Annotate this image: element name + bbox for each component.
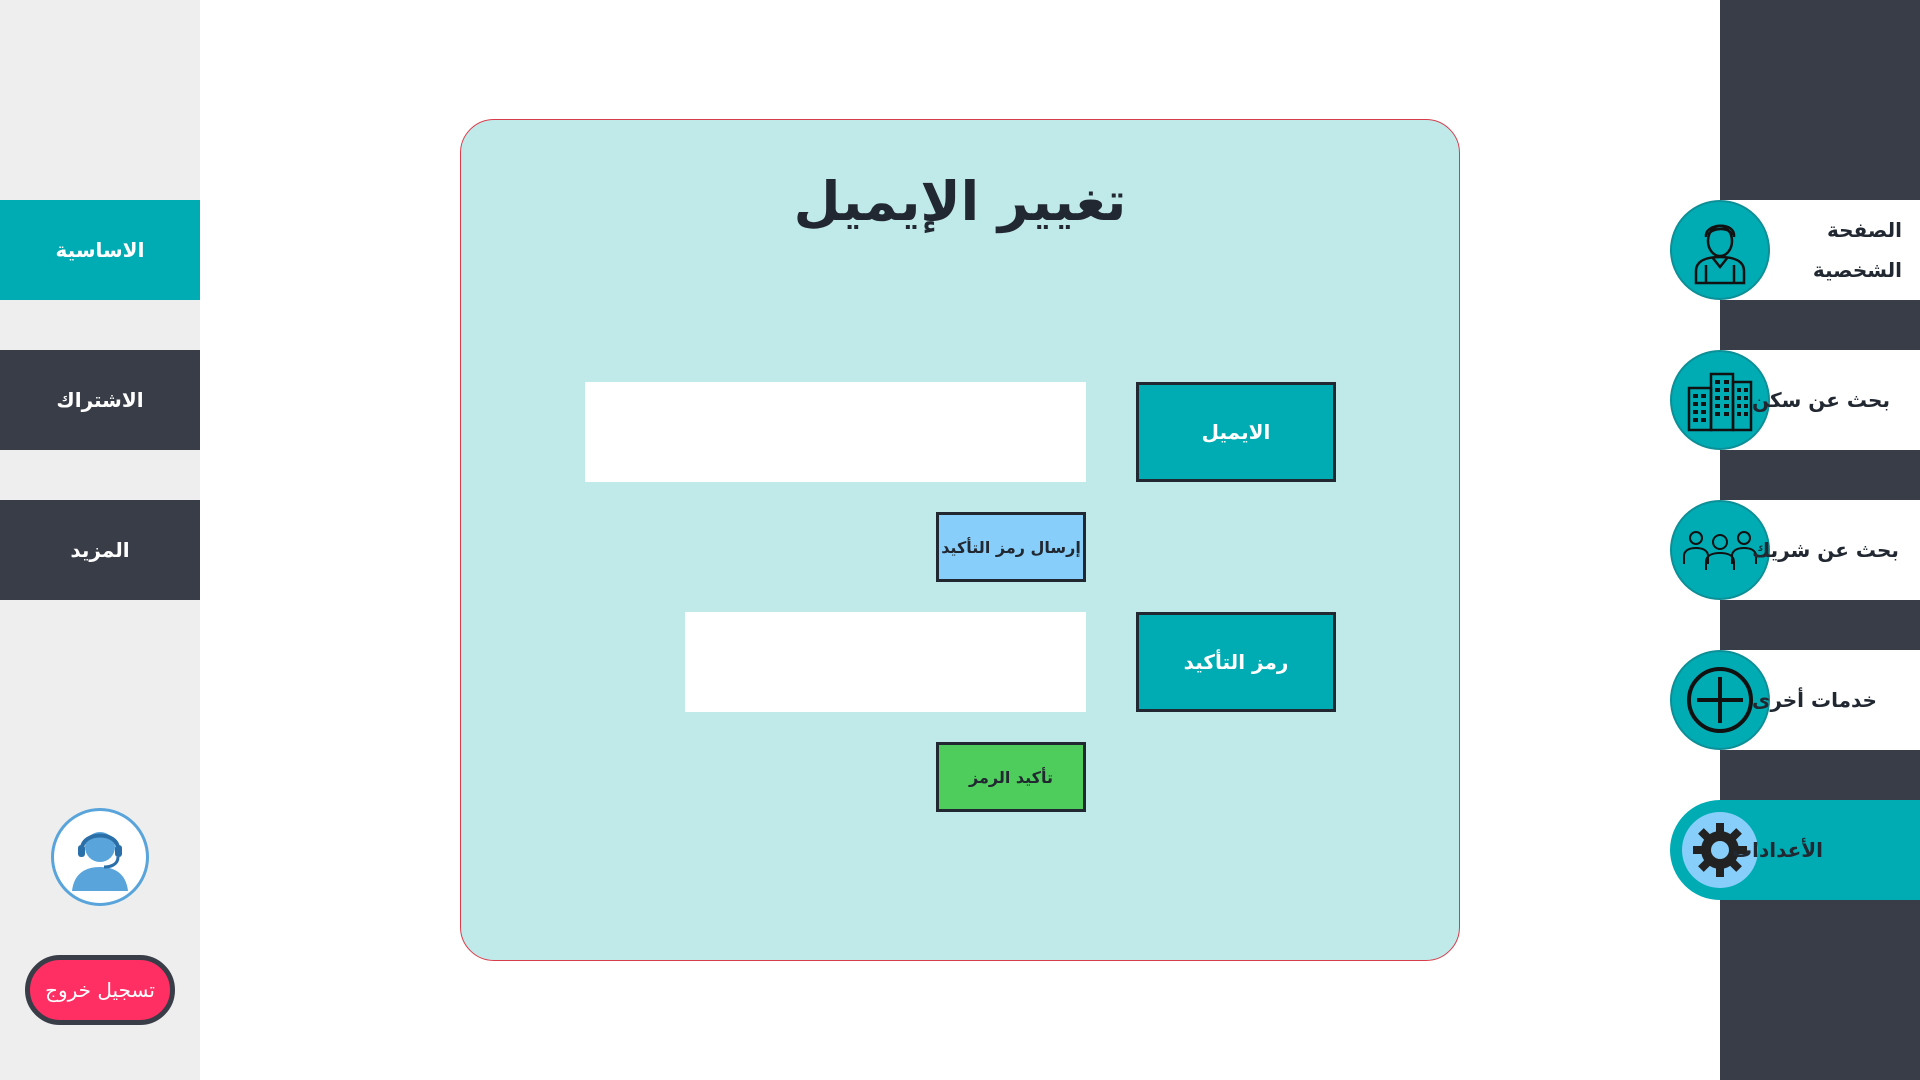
sidebar-item-label: بحث عن شريك [1752,538,1899,562]
send-code-button[interactable]: إرسال رمز التأكيد [936,512,1086,582]
sidebar-item-basic[interactable]: الاساسية [0,200,200,300]
sidebar-item-label: الاشتراك [56,388,144,412]
sidebar-item-profile[interactable]: الصفحة الشخصية [1670,200,1920,300]
page-title: تغيير الإيميل [793,170,1127,233]
sidebar-item-settings[interactable]: الأعدادات [1670,800,1920,900]
sidebar-item-label: خدمات أخرى [1752,688,1877,712]
sidebar-item-label: الأعدادات [1732,838,1824,862]
logout-button[interactable]: تسجيل خروج [25,955,175,1025]
sidebar-item-label: الاساسية [55,238,145,262]
headset-agent-icon [72,832,128,891]
code-label: رمز التأكيد [1136,612,1336,712]
support-agent-icon[interactable] [51,808,149,906]
logout-label: تسجيل خروج [45,978,155,1002]
confirmation-code-field[interactable] [685,612,1086,712]
sidebar-item-label: المزيد [70,538,130,562]
sidebar-item-partner-search[interactable]: بحث عن شريك [1670,500,1920,600]
sidebar-item-label: الصفحة الشخصية [1812,218,1902,282]
sidebar-item-subscription[interactable]: الاشتراك [0,350,200,450]
change-email-card: تغيير الإيميل الايميل إرسال رمز التأكيد … [460,119,1460,961]
confirm-code-button[interactable]: تأكيد الرمز [936,742,1086,812]
sidebar-item-other-services[interactable]: خدمات أخرى [1670,650,1920,750]
sidebar-item-more[interactable]: المزيد [0,500,200,600]
email-label: الايميل [1136,382,1336,482]
email-field[interactable] [585,382,1086,482]
sidebar-item-housing-search[interactable]: بحث عن سكن [1670,350,1920,450]
sidebar-item-label: بحث عن سكن [1752,388,1890,412]
left-sidebar: الاساسية الاشتراك المزيد تسجيل خروج [0,0,200,1080]
